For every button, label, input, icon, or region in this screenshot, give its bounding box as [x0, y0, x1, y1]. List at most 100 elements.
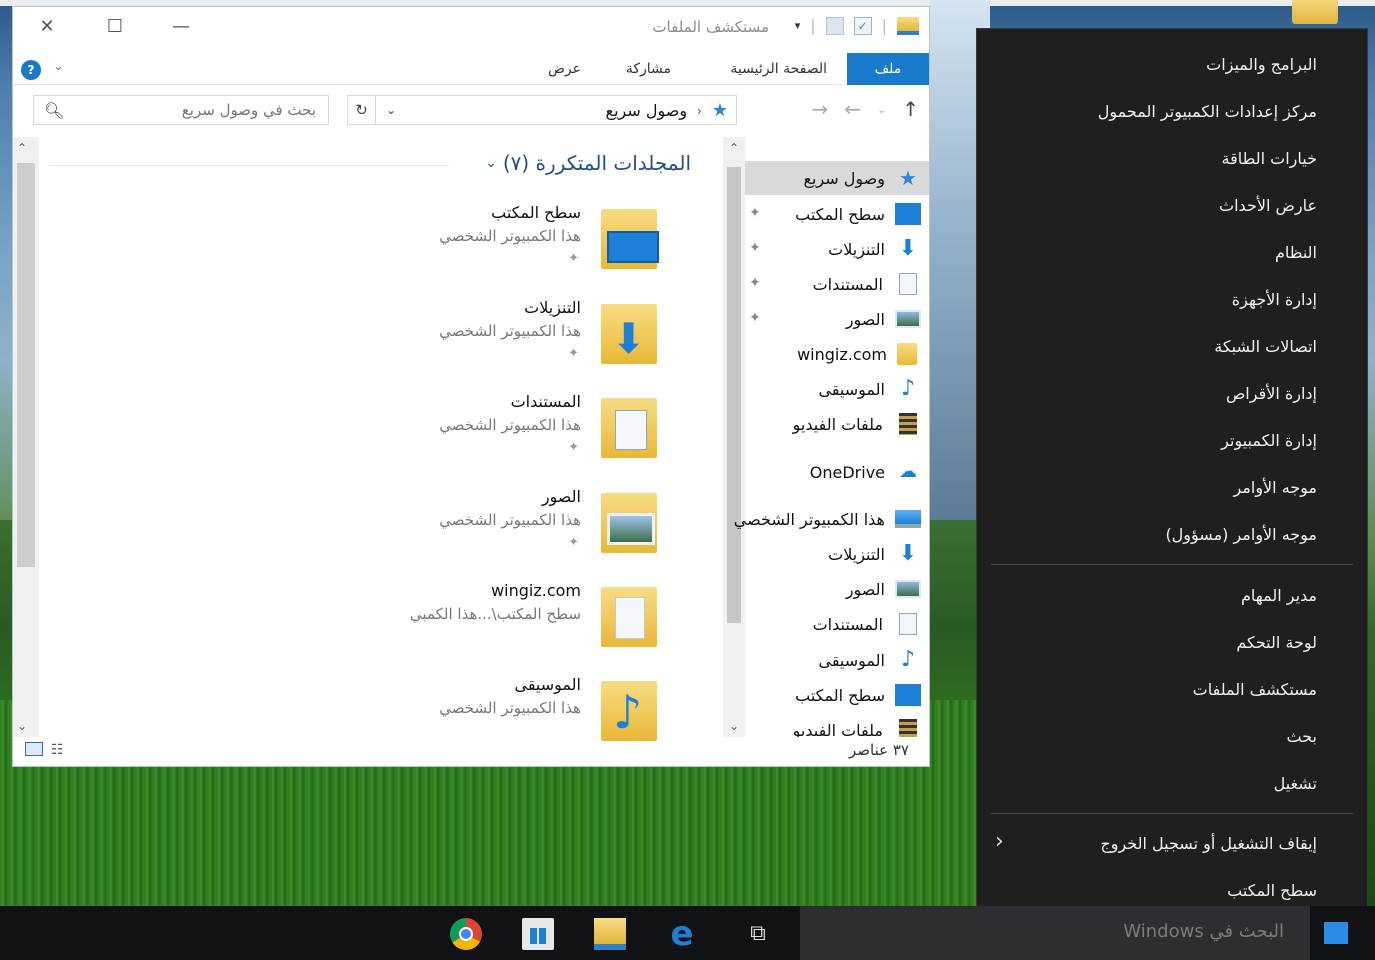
- menu-item-command-prompt-admin[interactable]: موجه الأوامر (مسؤول): [1165, 525, 1317, 544]
- pin-icon[interactable]: ✦: [749, 240, 761, 256]
- tile-documents[interactable]: المستندات هذا الكمبيوتر الشخصي ✦: [97, 388, 657, 480]
- scrollbar-thumb[interactable]: [727, 167, 741, 623]
- maximize-button[interactable]: ☐: [93, 13, 137, 41]
- recent-locations-chevron-icon[interactable]: ⌄: [877, 103, 886, 121]
- nav-item-pc-music[interactable]: ♪ الموسيقى: [745, 643, 929, 677]
- pin-icon[interactable]: ✦: [749, 205, 761, 221]
- menu-item-programs-features[interactable]: البرامج والميزات: [1206, 55, 1317, 74]
- details-view-icon[interactable]: ☷: [51, 742, 64, 758]
- menu-item-mobility-center[interactable]: مركز إعدادات الكمبيوتر المحمول: [1098, 102, 1317, 121]
- nav-item-downloads[interactable]: ⬇ التنزيلات ✦: [745, 232, 929, 266]
- back-arrow-icon[interactable]: →: [811, 97, 828, 121]
- menu-item-desktop[interactable]: سطح المكتب: [1227, 881, 1317, 900]
- scroll-down-icon[interactable]: ⌄: [17, 719, 27, 733]
- menu-item-disk-management[interactable]: إدارة الأقراص: [1226, 384, 1317, 403]
- properties-icon[interactable]: ✓: [853, 16, 872, 35]
- tile-name: المستندات: [510, 392, 581, 411]
- this-pc-icon: [895, 510, 921, 528]
- large-icons-view-icon[interactable]: [25, 742, 43, 756]
- nav-item-pc-documents[interactable]: المستندات: [745, 607, 929, 641]
- nav-item-pc-downloads[interactable]: ⬇ التنزيلات: [745, 537, 929, 571]
- tab-view[interactable]: عرض: [534, 53, 595, 85]
- pin-icon[interactable]: ✦: [568, 251, 579, 266]
- nav-item-pc-desktop[interactable]: سطح المكتب: [745, 678, 929, 712]
- nav-item-wingiz[interactable]: wingiz.com: [745, 337, 929, 371]
- navigation-pane-scrollbar[interactable]: ⌃ ⌄: [723, 137, 745, 737]
- menu-item-device-manager[interactable]: إدارة الأجهزة: [1232, 290, 1317, 309]
- nav-item-documents[interactable]: المستندات ✦: [745, 267, 929, 301]
- close-button[interactable]: ✕: [25, 13, 69, 41]
- pin-icon[interactable]: ✦: [749, 310, 761, 326]
- nav-item-videos[interactable]: ملفات الفيديو: [745, 407, 929, 441]
- pin-icon[interactable]: ✦: [749, 275, 761, 291]
- tile-downloads[interactable]: ⬇ التنزيلات هذا الكمبيوتر الشخصي ✦: [97, 294, 657, 386]
- address-bar[interactable]: ↻ ⌄ ★ ‹ وصول سريع: [347, 95, 737, 125]
- forward-arrow-icon[interactable]: ←: [844, 97, 861, 121]
- nav-item-desktop[interactable]: سطح المكتب ✦: [745, 197, 929, 231]
- help-icon[interactable]: ?: [21, 60, 41, 80]
- scroll-down-icon[interactable]: ⌄: [725, 719, 743, 733]
- expand-ribbon-chevron-icon[interactable]: ⌄: [53, 59, 64, 74]
- tab-home[interactable]: الصفحة الرئيسية: [716, 53, 841, 85]
- explorer-app-icon: [897, 16, 919, 35]
- search-input[interactable]: [86, 100, 316, 120]
- nav-item-music[interactable]: ♪ الموسيقى: [745, 372, 929, 406]
- menu-item-computer-management[interactable]: إدارة الكمبيوتر: [1221, 431, 1317, 450]
- tile-wingiz[interactable]: wingiz.com سطح المكتب\...هذا الكمبي: [97, 577, 657, 669]
- collapse-group-chevron-icon[interactable]: ⌄: [485, 155, 497, 171]
- store-icon[interactable]: [522, 918, 554, 950]
- nav-item-quick-access[interactable]: ★ وصول سريع: [745, 161, 929, 195]
- menu-item-shutdown-signout[interactable]: إيقاف التشغيل أو تسجيل الخروج: [1100, 834, 1317, 853]
- taskbar-search-box[interactable]: البحث في Windows: [800, 906, 1310, 960]
- menu-item-task-manager[interactable]: مدير المهام: [1241, 586, 1317, 605]
- search-icon[interactable]: 🔍︎: [44, 101, 64, 120]
- tile-path: هذا الكمبيوتر الشخصي: [439, 511, 581, 529]
- tile-pictures[interactable]: الصور هذا الكمبيوتر الشخصي ✦: [97, 483, 657, 575]
- address-history-chevron-icon[interactable]: ⌄: [378, 96, 404, 124]
- menu-item-run[interactable]: تشغيل: [1274, 774, 1317, 793]
- pin-icon[interactable]: ✦: [568, 535, 579, 550]
- menu-item-network-connections[interactable]: اتصالات الشبكة: [1214, 337, 1317, 356]
- tile-path: هذا الكمبيوتر الشخصي: [439, 699, 581, 717]
- edge-icon[interactable]: e: [666, 917, 698, 951]
- nav-item-this-pc[interactable]: هذا الكمبيوتر الشخصي: [734, 502, 929, 536]
- menu-item-control-panel[interactable]: لوحة التحكم: [1236, 633, 1317, 652]
- customize-qat-chevron-icon[interactable]: ▾: [795, 19, 801, 32]
- up-arrow-icon[interactable]: ↑: [902, 97, 919, 121]
- menu-item-file-explorer[interactable]: مستكشف الملفات: [1193, 680, 1317, 699]
- menu-item-command-prompt[interactable]: موجه الأوامر: [1233, 478, 1317, 497]
- menu-item-power-options[interactable]: خيارات الطاقة: [1222, 149, 1317, 168]
- content-scrollbar[interactable]: ⌃ ⌄: [13, 137, 39, 737]
- nav-item-pc-pictures[interactable]: الصور: [745, 572, 929, 606]
- pin-icon[interactable]: ✦: [568, 346, 579, 361]
- menu-item-event-viewer[interactable]: عارض الأحداث: [1219, 196, 1317, 215]
- group-header[interactable]: المجلدات المتكررة (٧) ⌄: [485, 151, 691, 175]
- tile-desktop[interactable]: سطح المكتب هذا الكمبيوتر الشخصي ✦: [97, 199, 659, 291]
- nav-item-label: الصور: [845, 309, 885, 329]
- nav-item-pictures[interactable]: الصور ✦: [745, 302, 929, 336]
- menu-item-system[interactable]: النظام: [1275, 243, 1317, 262]
- nav-item-pc-videos[interactable]: ملفات الفيديو: [745, 713, 929, 737]
- desktop-folder-icon[interactable]: [1292, 0, 1338, 24]
- pin-icon[interactable]: ✦: [568, 440, 579, 455]
- new-folder-icon[interactable]: [825, 16, 844, 35]
- minimize-button[interactable]: —: [159, 13, 203, 41]
- nav-item-label: التنزيلات: [828, 239, 885, 259]
- scroll-up-icon[interactable]: ⌃: [725, 141, 743, 155]
- chrome-icon[interactable]: [450, 918, 482, 950]
- menu-item-search[interactable]: بحث: [1287, 727, 1318, 746]
- file-explorer-icon[interactable]: [594, 918, 626, 950]
- nav-item-onedrive[interactable]: ☁ OneDrive: [745, 455, 929, 489]
- tab-file[interactable]: ملف: [847, 53, 929, 85]
- breadcrumb-separator-icon[interactable]: ‹: [697, 104, 702, 118]
- breadcrumb-quick-access[interactable]: وصول سريع: [606, 101, 688, 120]
- scroll-up-icon[interactable]: ⌃: [17, 141, 27, 155]
- tab-share[interactable]: مشاركة: [612, 53, 685, 85]
- scrollbar-thumb[interactable]: [17, 163, 35, 567]
- nav-item-label: التنزيلات: [828, 544, 885, 564]
- start-button[interactable]: [1310, 906, 1365, 960]
- submenu-arrow-icon[interactable]: ‹: [995, 829, 1004, 854]
- refresh-icon[interactable]: ↻: [348, 96, 376, 124]
- task-view-icon[interactable]: ⧉: [742, 918, 774, 950]
- item-count: ٣٧ عناصر: [849, 741, 909, 759]
